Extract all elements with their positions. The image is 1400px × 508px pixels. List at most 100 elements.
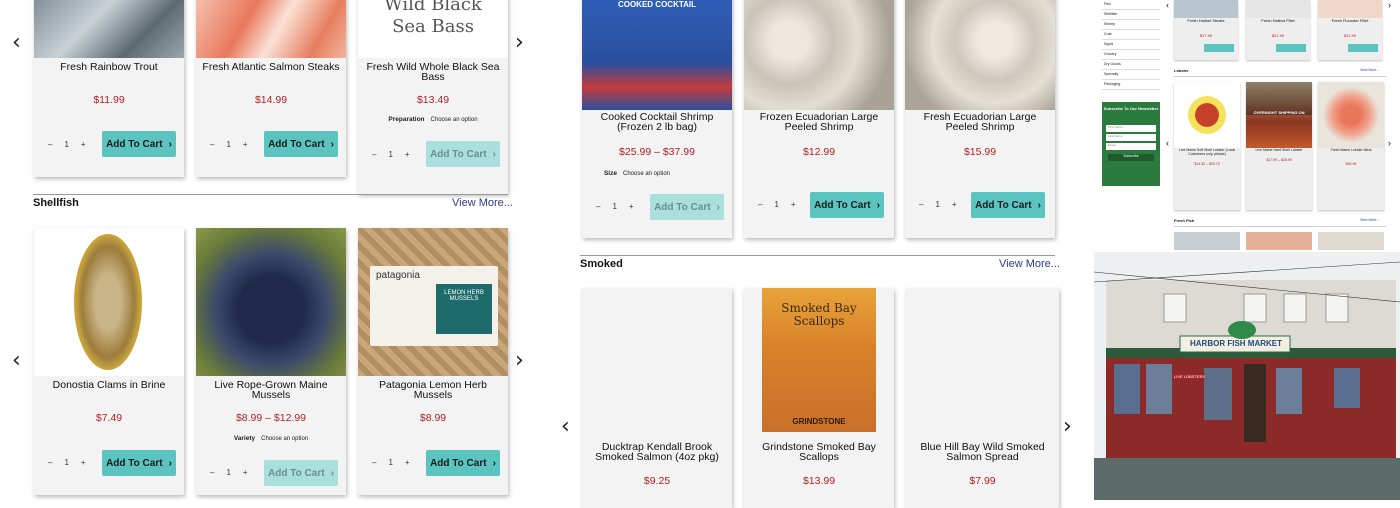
minus-icon[interactable]: – (48, 458, 52, 467)
product-image[interactable]: COOKED COCKTAIL (582, 0, 732, 110)
carousel-prev-arrow[interactable]: ‹ (561, 416, 570, 438)
plus-icon[interactable]: + (405, 458, 410, 467)
minus-icon[interactable]: – (758, 200, 762, 209)
add-to-cart-button[interactable]: Add To Cart › (971, 192, 1045, 218)
product-image[interactable] (34, 0, 184, 58)
view-more-link[interactable]: View More... (999, 258, 1060, 270)
mini-sidebar-item[interactable]: Squid (1102, 40, 1160, 50)
mini-product[interactable]: Fresh Maine Lobster Meat $69.99 (1318, 82, 1384, 210)
product-image[interactable] (196, 0, 346, 58)
quantity-stepper[interactable]: –1 + (372, 150, 410, 159)
product-image[interactable]: patagonia LEMON HERB MUSSELS (358, 228, 508, 376)
mini-sidebar-item[interactable]: Dry Goods (1102, 60, 1160, 70)
mini-sidebar-item[interactable]: Crab (1102, 30, 1160, 40)
product-image[interactable] (906, 288, 1059, 432)
product-card[interactable]: Wild Black Sea Bass Fresh Wild Whole Bla… (358, 0, 508, 194)
carousel-next-arrow[interactable]: › (1063, 416, 1072, 438)
product-card[interactable]: Frozen Ecuadorian Large Peeled Shrimp $1… (744, 0, 894, 238)
product-title[interactable]: Fresh Wild Whole Black Sea Bass (362, 62, 504, 83)
minus-icon[interactable]: – (210, 468, 214, 477)
product-card[interactable]: Donostia Clams in Brine $7.49 –1 + Add To… (34, 228, 184, 495)
mini-next-arrow[interactable]: › (1388, 138, 1391, 148)
product-card[interactable]: Fresh Atlantic Salmon Steaks $14.99 –1 + … (196, 0, 346, 177)
quantity-stepper[interactable]: –1 + (210, 140, 248, 149)
minus-icon[interactable]: – (919, 200, 923, 209)
product-image[interactable] (196, 228, 346, 376)
add-to-cart-button[interactable]: Add To Cart › (102, 131, 176, 157)
mini-next-arrow[interactable]: › (1388, 0, 1391, 10)
plus-icon[interactable]: + (81, 458, 86, 467)
mini-product[interactable]: Live Maine Soft Shell Lobster (Local Cus… (1174, 82, 1240, 210)
quantity-stepper[interactable]: –1 + (596, 202, 634, 211)
product-title[interactable]: Donostia Clams in Brine (38, 380, 180, 391)
mini-view-more[interactable]: View More... (1360, 218, 1379, 222)
option-selector[interactable]: Size Choose an option (542, 170, 732, 177)
quantity-stepper[interactable]: –1 + (48, 458, 86, 467)
product-title[interactable]: Blue Hill Bay Wild Smoked Salmon Spread (910, 442, 1055, 463)
mini-sidebar-item[interactable]: Grocery (1102, 50, 1160, 60)
product-image[interactable]: Wild Black Sea Bass (358, 0, 508, 58)
product-title[interactable]: Fresh Rainbow Trout (38, 62, 180, 73)
minus-icon[interactable]: – (372, 458, 376, 467)
mini-prev-arrow[interactable]: ‹ (1166, 138, 1169, 148)
mini-product[interactable]: OVERNIGHT SHIPPING ON Live Maine Hard Sh… (1246, 82, 1312, 210)
product-title[interactable]: Frozen Ecuadorian Large Peeled Shrimp (748, 112, 890, 133)
mini-view-more[interactable]: View More... (1360, 68, 1379, 72)
option-selector[interactable]: Variety Choose an option (196, 435, 346, 442)
product-card[interactable]: Smoked Bay Scallops GRINDSTONE Grindston… (744, 288, 894, 508)
plus-icon[interactable]: + (243, 468, 248, 477)
option-selector[interactable]: Preparation Choose an option (358, 116, 508, 123)
quantity-stepper[interactable]: –1 + (758, 200, 796, 209)
product-card[interactable]: Blue Hill Bay Wild Smoked Salmon Spread … (906, 288, 1059, 508)
add-to-cart-button[interactable]: Add To Cart › (426, 141, 500, 167)
add-to-cart-button[interactable]: Add To Cart › (650, 194, 724, 220)
carousel-next-arrow[interactable]: › (515, 350, 524, 372)
product-title[interactable]: Patagonia Lemon Herb Mussels (362, 380, 504, 401)
minus-icon[interactable]: – (372, 150, 376, 159)
carousel-prev-arrow[interactable]: ‹ (12, 350, 21, 372)
carousel-prev-arrow[interactable]: ‹ (12, 32, 21, 54)
product-image[interactable]: Smoked Bay Scallops GRINDSTONE (744, 288, 894, 432)
quantity-stepper[interactable]: –1 + (210, 468, 248, 477)
mini-prev-arrow[interactable]: ‹ (1166, 0, 1169, 10)
product-title[interactable]: Cooked Cocktail Shrimp (Frozen 2 lb bag) (586, 112, 728, 133)
minus-icon[interactable]: – (596, 202, 600, 211)
plus-icon[interactable]: + (791, 200, 796, 209)
product-image[interactable] (582, 288, 732, 432)
mini-sidebar-item[interactable]: Fish (1102, 0, 1160, 10)
mini-product[interactable]: Fresh Halibut Fillet $21.99 (1246, 0, 1310, 60)
product-image[interactable] (905, 0, 1055, 110)
minus-icon[interactable]: – (48, 140, 52, 149)
mini-sidebar-item[interactable]: Specialty (1102, 70, 1160, 80)
product-image[interactable] (744, 0, 894, 110)
add-to-cart-button[interactable]: Add To Cart › (264, 131, 338, 157)
plus-icon[interactable]: + (405, 150, 410, 159)
plus-icon[interactable]: + (952, 200, 957, 209)
quantity-stepper[interactable]: –1 + (372, 458, 410, 467)
add-to-cart-button[interactable]: Add To Cart › (810, 192, 884, 218)
product-card[interactable]: Ducktrap Kendall Brook Smoked Salmon (4o… (582, 288, 732, 508)
product-card[interactable]: Fresh Rainbow Trout $11.99 –1 + Add To Ca… (34, 0, 184, 177)
product-title[interactable]: Grindstone Smoked Bay Scallops (748, 442, 890, 463)
add-to-cart-button[interactable]: Add To Cart › (264, 460, 338, 486)
mini-product[interactable]: Fresh Flounder Fillet $11.99 (1318, 0, 1382, 60)
product-card[interactable]: Live Rope-Grown Maine Mussels $8.99 – $1… (196, 228, 346, 495)
quantity-stepper[interactable]: –1 + (48, 140, 86, 149)
plus-icon[interactable]: + (243, 140, 248, 149)
view-more-link[interactable]: View More... (452, 197, 513, 209)
mini-product[interactable]: Fresh Halibut Steaks $17.99 (1174, 0, 1238, 60)
quantity-stepper[interactable]: –1 + (919, 200, 957, 209)
add-to-cart-button[interactable]: Add To Cart › (102, 450, 176, 476)
plus-icon[interactable]: + (81, 140, 86, 149)
mini-sidebar-item[interactable]: Shrimp (1102, 20, 1160, 30)
plus-icon[interactable]: + (629, 202, 634, 211)
product-title[interactable]: Fresh Ecuadorian Large Peeled Shrimp (909, 112, 1051, 133)
product-title[interactable]: Fresh Atlantic Salmon Steaks (200, 62, 342, 73)
product-title[interactable]: Ducktrap Kendall Brook Smoked Salmon (4o… (586, 442, 728, 463)
product-card[interactable]: Fresh Ecuadorian Large Peeled Shrimp $15… (905, 0, 1055, 238)
product-image[interactable] (34, 228, 184, 376)
carousel-next-arrow[interactable]: › (515, 32, 524, 54)
mini-sidebar-item[interactable]: Shellfish (1102, 10, 1160, 20)
product-card[interactable]: COOKED COCKTAIL Cooked Cocktail Shrimp (… (582, 0, 732, 238)
mini-sidebar-item[interactable]: Packaging (1102, 80, 1160, 90)
